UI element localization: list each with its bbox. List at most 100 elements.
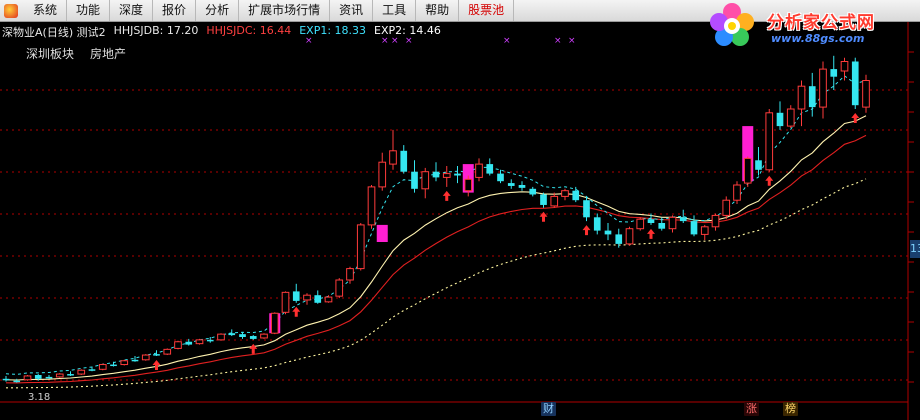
candle-body (625, 228, 634, 245)
buy-arrow-icon (647, 228, 655, 239)
indicator-exp1: EXP1: 18.33 (299, 24, 367, 37)
buy-arrow-icon (539, 211, 548, 222)
finance-marker[interactable]: 财 (541, 402, 556, 416)
menu-depth[interactable]: 深度 (110, 0, 154, 21)
app-icon[interactable] (4, 3, 18, 18)
candle-body (529, 188, 537, 195)
candle-body (77, 369, 86, 375)
candle-body (776, 112, 784, 127)
candle-body (679, 217, 687, 222)
menu-help[interactable]: 帮助 (416, 0, 460, 21)
rise-marker[interactable]: 涨 (744, 402, 759, 416)
candle-body (110, 364, 117, 367)
buy-arrow-icon (249, 343, 258, 354)
candle-body (518, 185, 526, 188)
candle-body (400, 150, 408, 172)
menu-system[interactable]: 系统 (24, 0, 68, 21)
candle-body (88, 369, 96, 371)
candle-body (67, 374, 74, 376)
signal-x-marker: × (554, 36, 562, 46)
stock-title: 深物业A(日线) 测试2 (2, 26, 106, 39)
candle-body (195, 339, 204, 345)
menu-function[interactable]: 功能 (67, 0, 111, 21)
candle-body (411, 171, 418, 189)
candle-body (862, 80, 870, 108)
candle-body (583, 200, 590, 218)
candle-body (120, 360, 129, 366)
candle-body (292, 291, 300, 301)
candle-body (206, 339, 214, 342)
candle-body (442, 173, 451, 178)
menu-news[interactable]: 资讯 (330, 0, 374, 21)
candle-body (668, 216, 677, 230)
candle-body (260, 333, 268, 339)
candle-body (497, 173, 504, 182)
candle-body (786, 108, 795, 127)
sector-info: 深圳板块 房地产 (26, 45, 126, 62)
candle-body (249, 336, 257, 339)
price-axis-tag: 13 (910, 240, 920, 258)
candle-body (700, 226, 709, 235)
candle-body (153, 354, 160, 356)
candle-body (131, 359, 139, 362)
candle-body (733, 184, 741, 201)
signal-x-marker: × (503, 36, 511, 46)
indicator-exp2: EXP2: 14.46 (374, 24, 441, 37)
candle-body (346, 268, 354, 281)
menu-analysis[interactable]: 分析 (196, 0, 240, 21)
candle-body (540, 194, 547, 205)
candle-body (324, 296, 333, 303)
candle-body (550, 195, 559, 207)
indicator-header: 深物业A(日线) 测试2 HHJSJDB: 17.20 HHJSJDC: 16.… (2, 24, 441, 40)
candle-body (840, 61, 849, 72)
menu-stock-pool[interactable]: 股票池 (459, 0, 515, 21)
candle-body (475, 163, 483, 178)
menu-extended-market[interactable]: 扩展市场行情 (239, 0, 331, 21)
candle-body (432, 171, 440, 178)
ranking-marker[interactable]: 榜 (783, 402, 798, 416)
candle-body (185, 341, 193, 345)
candle-body (604, 230, 612, 235)
hhjsjdb-line (5, 115, 867, 381)
indicator-hhjsjdc: HHJSJDC: 16.44 (206, 24, 292, 37)
buy-arrow-icon (765, 175, 774, 186)
candle-body (615, 234, 623, 244)
candle-body (743, 157, 752, 184)
menu-quote[interactable]: 报价 (153, 0, 197, 21)
exp1-line (5, 75, 867, 375)
candle-body (658, 223, 666, 229)
candle-body (314, 295, 322, 303)
candle-body (228, 333, 236, 336)
candle-body (572, 190, 580, 201)
candle-body (163, 348, 172, 355)
candle-body (755, 160, 762, 170)
candle-body (270, 312, 279, 334)
candlestick-chart[interactable]: × × × × × × × (0, 22, 920, 420)
candle-body (378, 161, 387, 188)
candle-body (141, 354, 150, 361)
candle-body (2, 378, 10, 381)
candle-body (765, 112, 774, 171)
candle-body (507, 183, 515, 186)
candle-body (690, 221, 698, 235)
candle-body (98, 364, 107, 370)
candle-body (174, 341, 182, 349)
candle-body (851, 61, 859, 106)
signal-x-marker: × (568, 36, 576, 46)
candle-body (239, 334, 246, 337)
candle-body (593, 217, 601, 231)
candle-body (464, 178, 473, 192)
low-price-label: 3.18 (28, 392, 51, 403)
signal-bar (376, 224, 388, 242)
candle-body (636, 218, 645, 230)
candle-body (561, 190, 569, 197)
candle-body (830, 69, 838, 77)
industry-label[interactable]: 房地产 (90, 45, 126, 62)
candle-body (356, 224, 365, 270)
candle-body (23, 375, 32, 381)
candle-body (797, 85, 806, 110)
sector-label[interactable]: 深圳板块 (26, 45, 74, 62)
candle-body (389, 150, 397, 165)
candle-body (13, 380, 21, 383)
menu-tools[interactable]: 工具 (373, 0, 417, 21)
